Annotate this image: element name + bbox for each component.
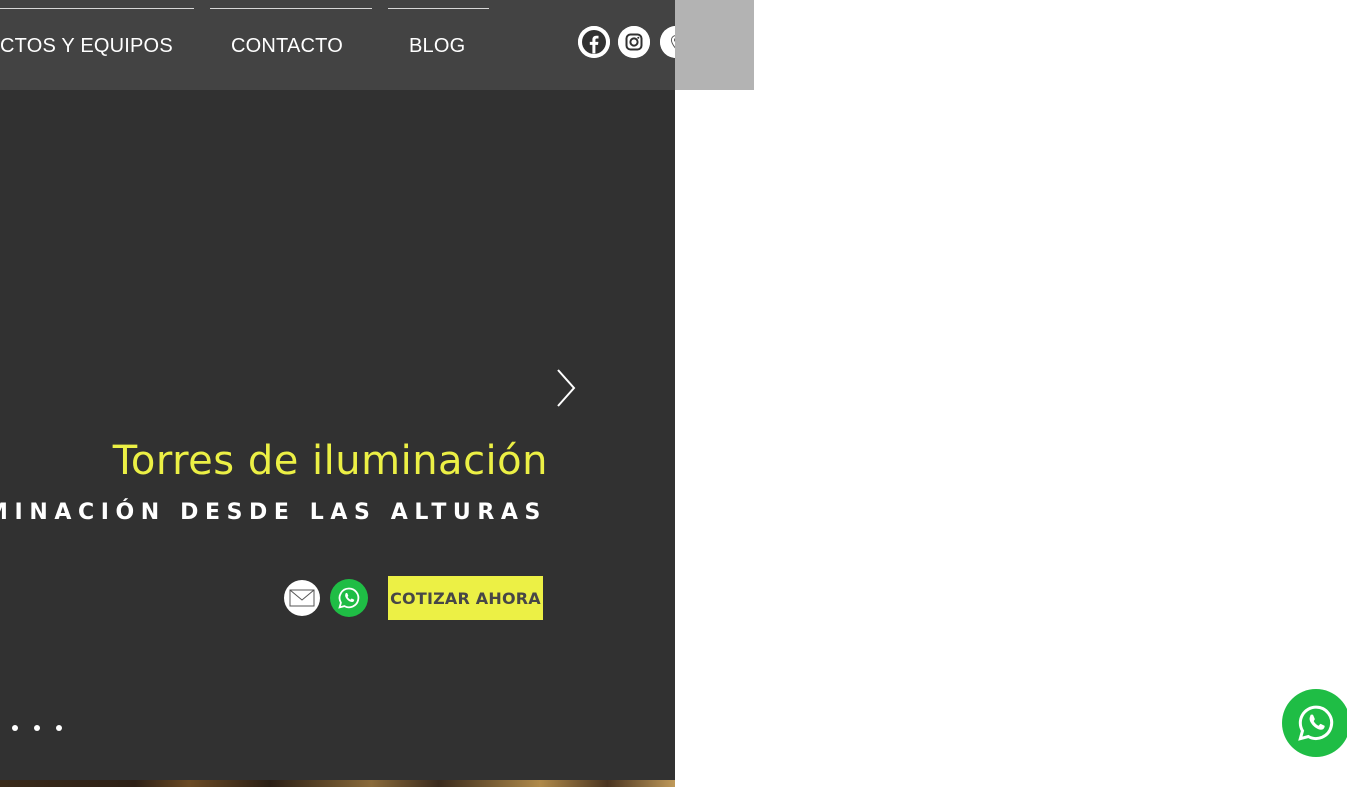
nav-item-blog[interactable]: BLOG bbox=[388, 8, 489, 91]
nav-item-label: CTOS Y EQUIPOS bbox=[0, 35, 173, 57]
whatsapp-icon bbox=[1298, 705, 1334, 741]
instagram-icon bbox=[618, 26, 650, 58]
quote-now-button[interactable]: COTIZAR AHORA bbox=[388, 576, 543, 620]
next-section-image-edge bbox=[0, 780, 675, 787]
nav-item-label: CONTACTO bbox=[231, 35, 343, 57]
chevron-right-icon bbox=[557, 369, 576, 407]
floating-whatsapp-button[interactable] bbox=[1282, 689, 1347, 757]
whatsapp-button[interactable] bbox=[330, 579, 368, 617]
facebook-link[interactable] bbox=[578, 26, 610, 58]
header-extension bbox=[675, 0, 754, 90]
slide-dot-3[interactable] bbox=[56, 725, 62, 731]
map-link[interactable] bbox=[660, 26, 675, 58]
hero-subtitle: UMINACIÓN DESDE LAS ALTURAS bbox=[0, 500, 547, 525]
slide-dot-1[interactable] bbox=[12, 725, 18, 731]
instagram-link[interactable] bbox=[618, 26, 650, 58]
facebook-icon bbox=[578, 26, 610, 58]
email-button[interactable] bbox=[284, 580, 320, 616]
nav-item-productos[interactable]: CTOS Y EQUIPOS bbox=[0, 8, 194, 91]
slide-dot-2[interactable] bbox=[34, 725, 40, 731]
envelope-icon bbox=[289, 589, 315, 607]
hero-title: Torres de iluminación bbox=[112, 438, 548, 484]
next-slide-button[interactable] bbox=[552, 366, 580, 410]
page: CTOS Y EQUIPOS CONTACTO BLOG Torres de i… bbox=[0, 0, 1347, 787]
map-pin-icon bbox=[660, 26, 675, 58]
nav-item-label: BLOG bbox=[409, 35, 466, 57]
nav-item-contacto[interactable]: CONTACTO bbox=[210, 8, 372, 91]
hero-section: CTOS Y EQUIPOS CONTACTO BLOG Torres de i… bbox=[0, 0, 675, 787]
whatsapp-icon bbox=[338, 587, 360, 609]
